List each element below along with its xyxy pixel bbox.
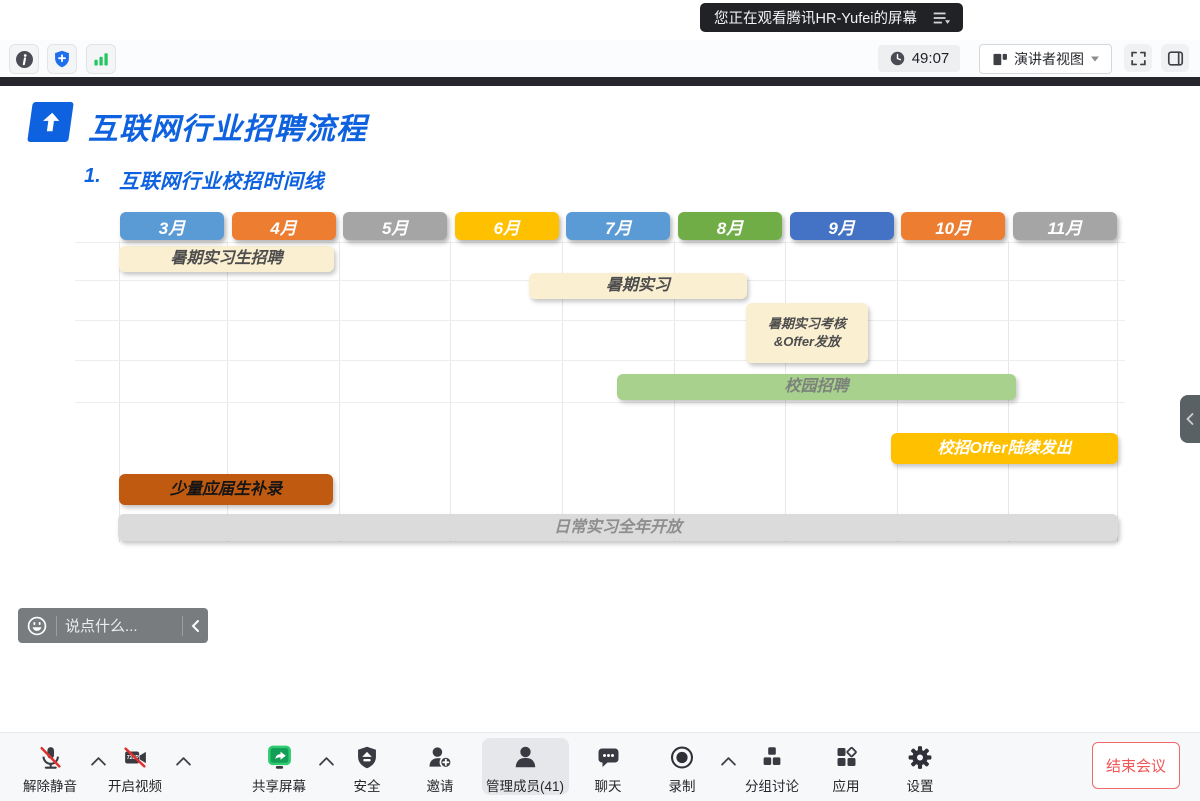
banner-menu-icon[interactable] xyxy=(931,8,951,28)
toolbar-item-label: 设置 xyxy=(907,775,934,795)
toolbar-item-invite[interactable]: 邀请 xyxy=(427,743,454,795)
toolbar-item-start-video[interactable]: 720P 开启视频 xyxy=(108,743,162,795)
gridline-horizontal xyxy=(75,320,1125,321)
gridline-vertical xyxy=(1117,241,1118,542)
toolbar-item-label: 开启视频 xyxy=(108,775,162,795)
chevron-up-icon[interactable] xyxy=(319,757,335,773)
campus-recruiting-timeline-chart: 3月 4月5月 6月7月 8月 9月10月 11月暑期实习生招聘暑期实习暑期实习考核&Of… xyxy=(0,0,1200,800)
gantt-bar: 暑期实习 xyxy=(529,273,747,299)
month-header-3: 3月 xyxy=(120,212,224,240)
month-header-11: 11月 xyxy=(1013,212,1117,240)
gantt-bar: 日常实习全年开放 xyxy=(118,514,1118,541)
month-header-5: 5月 xyxy=(343,212,447,240)
gantt-bar: 校园招聘 xyxy=(617,374,1016,400)
toolbar-item-label: 安全 xyxy=(354,775,381,795)
toolbar-item-label: 聊天 xyxy=(595,775,622,795)
gantt-bar: 暑期实习考核&Offer发放 xyxy=(746,303,868,363)
smiley-icon[interactable] xyxy=(26,615,48,637)
record-icon xyxy=(669,743,696,771)
toolbar-item-settings[interactable]: 设置 xyxy=(907,743,934,795)
gantt-bar: 校招Offer陆续发出 xyxy=(891,433,1118,464)
toolbar-item-label: 录制 xyxy=(669,775,696,795)
invite-person-icon xyxy=(427,743,454,771)
collapse-chat-icon[interactable] xyxy=(191,619,200,633)
month-header-4: 4月 xyxy=(232,212,336,240)
gridline-vertical xyxy=(450,241,451,542)
divider xyxy=(56,616,57,636)
meeting-bottom-toolbar: 解除静音 720P 开启视频 共享屏幕 安全 邀请 管理成员(41) 聊天 录制 分组讨论 应用 设置… xyxy=(0,732,1200,801)
gantt-bar: 少量应届生补录 xyxy=(119,474,333,505)
share-screen-icon xyxy=(266,743,293,771)
chevron-up-icon[interactable] xyxy=(91,757,107,773)
toolbar-item-label: 管理成员(41) xyxy=(486,775,564,795)
chat-input-placeholder[interactable]: 说点什么... xyxy=(65,615,174,636)
camera-off-icon: 720P xyxy=(122,743,149,771)
security-shield-icon xyxy=(355,743,380,771)
collapsed-panel-tab[interactable] xyxy=(1180,395,1200,443)
screen-share-banner-text: 您正在观看腾讯HR-Yufei的屏幕 xyxy=(714,7,917,28)
month-header-8: 8月 xyxy=(678,212,782,240)
month-header-9: 9月 xyxy=(790,212,894,240)
gridline-horizontal xyxy=(75,242,1125,243)
toolbar-item-unmute[interactable]: 解除静音 xyxy=(23,743,77,795)
gridline-vertical xyxy=(339,241,340,542)
toolbar-item-breakout-rooms[interactable]: 分组讨论 xyxy=(745,743,799,795)
toolbar-item-manage-members[interactable]: 管理成员(41) xyxy=(486,743,564,795)
gridline-horizontal xyxy=(75,360,1125,361)
divider xyxy=(182,616,183,636)
mic-muted-icon xyxy=(37,743,64,771)
chevron-up-icon[interactable] xyxy=(721,757,737,773)
chat-quick-box[interactable]: 说点什么... xyxy=(18,608,208,643)
apps-icon xyxy=(833,743,859,771)
month-header-7: 7月 xyxy=(566,212,670,240)
toolbar-item-share-screen[interactable]: 共享屏幕 xyxy=(252,743,306,795)
chat-bubble-icon xyxy=(595,743,621,771)
toolbar-item-apps[interactable]: 应用 xyxy=(833,743,860,795)
toolbar-item-label: 共享屏幕 xyxy=(252,775,306,795)
chevron-up-icon[interactable] xyxy=(176,757,192,773)
gantt-bar: 暑期实习生招聘 xyxy=(119,246,334,272)
chevron-left-icon xyxy=(1185,412,1195,426)
gridline-horizontal xyxy=(75,402,1125,403)
toolbar-item-security[interactable]: 安全 xyxy=(354,743,381,795)
toolbar-item-chat[interactable]: 聊天 xyxy=(595,743,622,795)
end-meeting-button[interactable]: 结束会议 xyxy=(1092,742,1180,789)
month-header-6: 6月 xyxy=(455,212,559,240)
toolbar-item-label: 分组讨论 xyxy=(745,775,799,795)
toolbar-item-label: 解除静音 xyxy=(23,775,77,795)
settings-gear-icon xyxy=(907,743,934,771)
month-header-10: 10月 xyxy=(901,212,1005,240)
screen-share-banner: 您正在观看腾讯HR-Yufei的屏幕 xyxy=(700,3,963,32)
toolbar-item-label: 邀请 xyxy=(427,775,454,795)
breakout-rooms-icon xyxy=(759,743,785,771)
toolbar-item-record[interactable]: 录制 xyxy=(669,743,696,795)
members-icon xyxy=(511,743,538,771)
toolbar-item-label: 应用 xyxy=(833,775,860,795)
